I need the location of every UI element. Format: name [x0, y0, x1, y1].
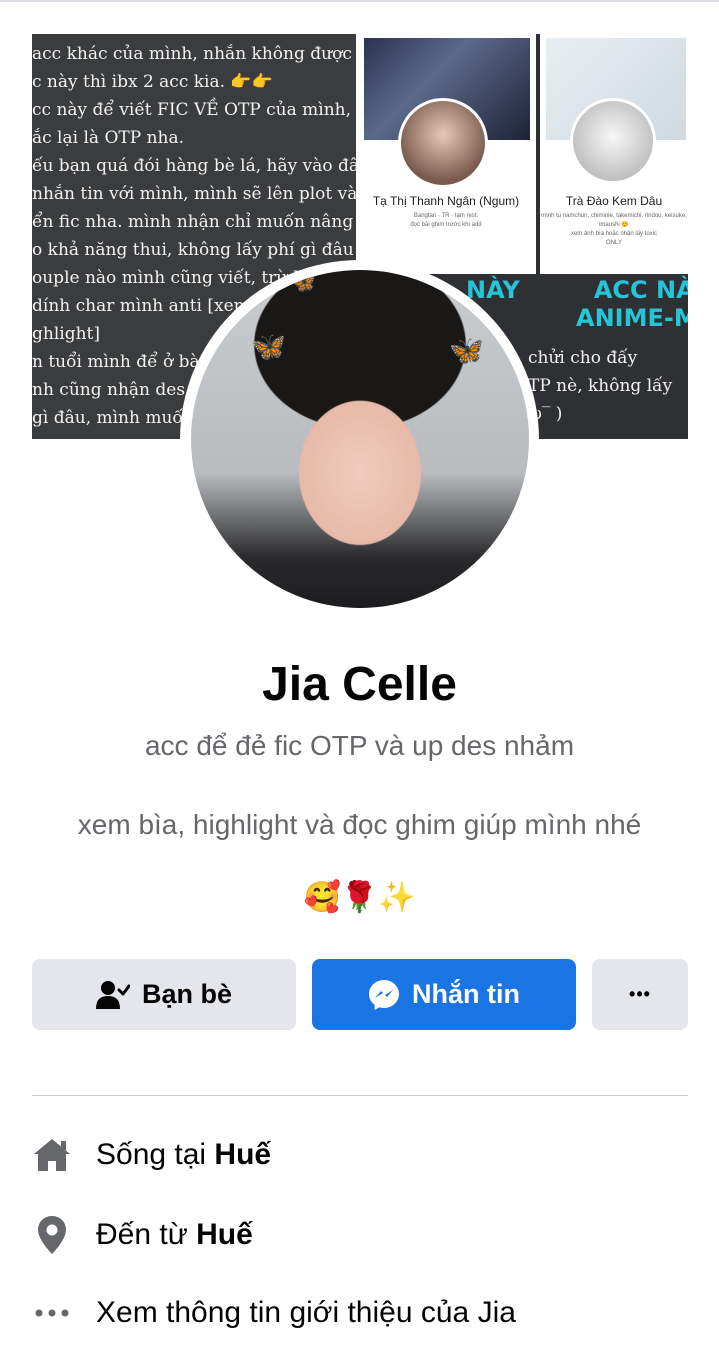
profile-name: Jia Celle [262, 658, 457, 711]
cover-card-note: xem ảnh bìa hoặc nhận lấy toxic [570, 231, 658, 237]
top-border [0, 0, 719, 2]
friends-button[interactable]: Bạn bè [32, 959, 296, 1030]
butterfly-icon: 🦋 [291, 272, 316, 294]
cover-line: o khả năng thui, không lấy phí gì đâu [32, 240, 354, 260]
lives-in-row[interactable]: Sống tại Huế [32, 1130, 271, 1180]
cover-card-note: đọc bài ghim trước khi add [410, 222, 482, 228]
cover-card-sub-text: Bangtan · TR · tạm rest. [413, 213, 479, 219]
friends-button-label: Bạn bè [141, 979, 233, 1009]
from-row[interactable]: Đến từ Huế [32, 1210, 253, 1260]
butterfly-icon: 🦋 [251, 331, 286, 362]
cover-line: acc khác của mình, nhắn không được [32, 44, 352, 64]
home-icon [32, 1135, 72, 1175]
lives-in-prefix: Sống tại [96, 1138, 215, 1171]
cover-card-name: Trà Đào Kem Dâu [565, 194, 663, 208]
cover-card-only: ONLY [606, 240, 622, 246]
cover-line: c này thì ibx 2 acc kia. 👉👉 [32, 72, 273, 92]
cover-card-name: Tạ Thị Thanh Ngân (Ngum) [372, 194, 520, 208]
cover-right-text: chửi cho đấy TP nè, không lấy ω‾ ) [528, 344, 672, 428]
cover-card-profile-1: Tạ Thị Thanh Ngân (Ngum) Bangtan · TR · … [356, 34, 536, 274]
friend-check-icon [95, 980, 130, 1010]
lives-in-place: Huế [214, 1138, 272, 1171]
see-about-label: Xem thông tin giới thiệu của Jia [96, 1296, 516, 1329]
cover-line: nhắn tin với mình, mình sẽ lên plot và [32, 184, 358, 204]
see-about-row[interactable]: Xem thông tin giới thiệu của Jia [32, 1288, 516, 1338]
cover-card-sub: mình tu namchun, chiminie, takemichi, ri… [540, 212, 688, 248]
cover-line: ển fic nha. mình nhận chỉ muốn nâng [32, 212, 354, 232]
location-pin-icon [32, 1215, 72, 1255]
more-dots-icon [32, 1293, 72, 1333]
cover-line: chửi cho đấy [528, 348, 638, 368]
cover-card-avatar [570, 98, 656, 184]
profile-intro: xem bìa, highlight và đọc ghim giúp mình… [77, 809, 642, 840]
from-place: Huế [196, 1218, 253, 1251]
more-options-icon: ••• [629, 984, 651, 1004]
more-options-button[interactable]: ••• [592, 959, 688, 1030]
from-prefix: Đến từ [96, 1218, 197, 1251]
cover-line: ắc lại là OTP nha. [32, 128, 185, 148]
profile-intro-emoji: 🥰🌹✨ [303, 881, 416, 914]
cover-line: ω‾ ) [528, 404, 563, 424]
butterfly-icon: 🦋 [449, 335, 484, 366]
cover-card-sub: Bangtan · TR · tạm rest. đọc bài ghim tr… [356, 212, 536, 230]
cover-line: cc này để viết FIC VỀ OTP của mình, [32, 100, 352, 120]
cover-card-avatar [398, 98, 488, 188]
message-button[interactable]: Nhắn tin [312, 959, 576, 1030]
section-divider [32, 1095, 688, 1096]
cover-line: TP nè, không lấy [528, 376, 673, 396]
cover-line: ếu bạn quá đói hàng bè lá, hãy vào đây [32, 156, 369, 176]
profile-bio: acc để đẻ fic OTP và up des nhảm [144, 730, 575, 761]
profile-avatar[interactable]: 🦋 🦋 🦋 [191, 270, 529, 608]
messenger-icon [368, 979, 400, 1011]
message-button-label: Nhắn tin [412, 979, 520, 1009]
cover-card-profile-2: Trà Đào Kem Dâu mình tu namchun, chimini… [540, 34, 688, 274]
cover-card-sub-text: mình tu namchun, chiminie, takemichi, ri… [541, 213, 687, 228]
